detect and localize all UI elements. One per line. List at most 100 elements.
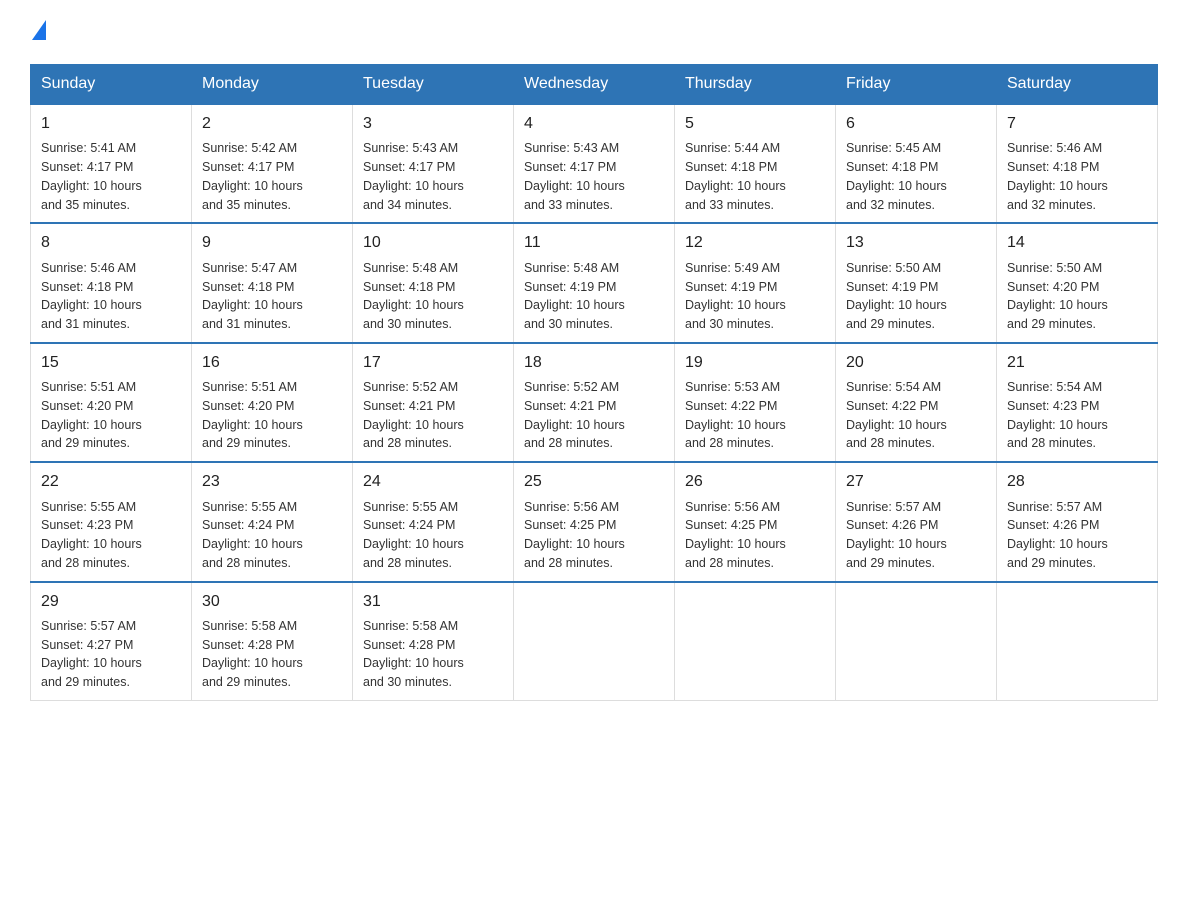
day-number: 25 (524, 471, 664, 493)
day-number: 19 (685, 352, 825, 374)
day-number: 24 (363, 471, 503, 493)
day-number: 13 (846, 232, 986, 254)
day-number: 7 (1007, 113, 1147, 135)
calendar-cell: 7 Sunrise: 5:46 AMSunset: 4:18 PMDaylight… (997, 104, 1158, 223)
day-number: 5 (685, 113, 825, 135)
day-info: Sunrise: 5:55 AMSunset: 4:24 PMDaylight:… (202, 498, 342, 573)
day-info: Sunrise: 5:56 AMSunset: 4:25 PMDaylight:… (685, 498, 825, 573)
calendar-week-row: 29 Sunrise: 5:57 AMSunset: 4:27 PMDayligh… (31, 582, 1158, 701)
day-info: Sunrise: 5:57 AMSunset: 4:26 PMDaylight:… (1007, 498, 1147, 573)
day-number: 4 (524, 113, 664, 135)
day-info: Sunrise: 5:45 AMSunset: 4:18 PMDaylight:… (846, 139, 986, 214)
day-info: Sunrise: 5:48 AMSunset: 4:19 PMDaylight:… (524, 259, 664, 334)
calendar-cell: 8Sunrise: 5:46 AMSunset: 4:18 PMDaylight… (31, 223, 192, 342)
calendar-cell: 31Sunrise: 5:58 AMSunset: 4:28 PMDayligh… (353, 582, 514, 701)
calendar-cell: 19 Sunrise: 5:53 AMSunset: 4:22 PMDayligh… (675, 343, 836, 462)
calendar-cell: 18 Sunrise: 5:52 AMSunset: 4:21 PMDayligh… (514, 343, 675, 462)
day-info: Sunrise: 5:51 AMSunset: 4:20 PMDaylight:… (202, 378, 342, 453)
day-info: Sunrise: 5:57 AMSunset: 4:27 PMDaylight:… (41, 617, 181, 692)
calendar-cell (675, 582, 836, 701)
calendar-week-row: 22 Sunrise: 5:55 AMSunset: 4:23 PMDayligh… (31, 462, 1158, 581)
day-number: 3 (363, 113, 503, 135)
day-number: 12 (685, 232, 825, 254)
day-number: 8 (41, 232, 181, 254)
calendar-week-row: 15 Sunrise: 5:51 AMSunset: 4:20 PMDayligh… (31, 343, 1158, 462)
day-number: 2 (202, 113, 342, 135)
day-info: Sunrise: 5:42 AMSunset: 4:17 PMDaylight:… (202, 139, 342, 214)
day-number: 23 (202, 471, 342, 493)
day-number: 11 (524, 232, 664, 254)
calendar-cell: 15 Sunrise: 5:51 AMSunset: 4:20 PMDayligh… (31, 343, 192, 462)
day-number: 10 (363, 232, 503, 254)
day-number: 20 (846, 352, 986, 374)
day-info: Sunrise: 5:55 AMSunset: 4:24 PMDaylight:… (363, 498, 503, 573)
calendar-header-saturday: Saturday (997, 65, 1158, 105)
day-info: Sunrise: 5:55 AMSunset: 4:23 PMDaylight:… (41, 498, 181, 573)
calendar-cell: 6 Sunrise: 5:45 AMSunset: 4:18 PMDaylight… (836, 104, 997, 223)
day-number: 29 (41, 591, 181, 613)
calendar-cell: 9Sunrise: 5:47 AMSunset: 4:18 PMDaylight… (192, 223, 353, 342)
day-info: Sunrise: 5:58 AMSunset: 4:28 PMDaylight:… (363, 617, 503, 692)
day-info: Sunrise: 5:54 AMSunset: 4:22 PMDaylight:… (846, 378, 986, 453)
calendar-cell: 24 Sunrise: 5:55 AMSunset: 4:24 PMDayligh… (353, 462, 514, 581)
calendar-week-row: 1 Sunrise: 5:41 AMSunset: 4:17 PMDaylight… (31, 104, 1158, 223)
calendar-cell: 25 Sunrise: 5:56 AMSunset: 4:25 PMDayligh… (514, 462, 675, 581)
day-number: 22 (41, 471, 181, 493)
calendar-header-sunday: Sunday (31, 65, 192, 105)
day-number: 27 (846, 471, 986, 493)
day-info: Sunrise: 5:54 AMSunset: 4:23 PMDaylight:… (1007, 378, 1147, 453)
logo (30, 20, 46, 44)
logo-triangle-icon (32, 20, 46, 40)
calendar-header-thursday: Thursday (675, 65, 836, 105)
calendar-header-tuesday: Tuesday (353, 65, 514, 105)
calendar-cell: 27Sunrise: 5:57 AMSunset: 4:26 PMDayligh… (836, 462, 997, 581)
day-info: Sunrise: 5:51 AMSunset: 4:20 PMDaylight:… (41, 378, 181, 453)
day-number: 1 (41, 113, 181, 135)
calendar-cell: 1 Sunrise: 5:41 AMSunset: 4:17 PMDaylight… (31, 104, 192, 223)
day-info: Sunrise: 5:44 AMSunset: 4:18 PMDaylight:… (685, 139, 825, 214)
calendar-cell: 21 Sunrise: 5:54 AMSunset: 4:23 PMDayligh… (997, 343, 1158, 462)
day-number: 18 (524, 352, 664, 374)
calendar-cell: 3 Sunrise: 5:43 AMSunset: 4:17 PMDaylight… (353, 104, 514, 223)
day-info: Sunrise: 5:52 AMSunset: 4:21 PMDaylight:… (363, 378, 503, 453)
calendar-cell: 29 Sunrise: 5:57 AMSunset: 4:27 PMDayligh… (31, 582, 192, 701)
day-info: Sunrise: 5:56 AMSunset: 4:25 PMDaylight:… (524, 498, 664, 573)
day-number: 15 (41, 352, 181, 374)
day-info: Sunrise: 5:53 AMSunset: 4:22 PMDaylight:… (685, 378, 825, 453)
day-info: Sunrise: 5:50 AMSunset: 4:19 PMDaylight:… (846, 259, 986, 334)
calendar-cell: 5 Sunrise: 5:44 AMSunset: 4:18 PMDaylight… (675, 104, 836, 223)
day-info: Sunrise: 5:46 AMSunset: 4:18 PMDaylight:… (1007, 139, 1147, 214)
calendar-cell: 20 Sunrise: 5:54 AMSunset: 4:22 PMDayligh… (836, 343, 997, 462)
day-info: Sunrise: 5:52 AMSunset: 4:21 PMDaylight:… (524, 378, 664, 453)
day-number: 16 (202, 352, 342, 374)
day-info: Sunrise: 5:58 AMSunset: 4:28 PMDaylight:… (202, 617, 342, 692)
calendar-cell: 30 Sunrise: 5:58 AMSunset: 4:28 PMDayligh… (192, 582, 353, 701)
calendar-cell: 11 Sunrise: 5:48 AMSunset: 4:19 PMDayligh… (514, 223, 675, 342)
day-info: Sunrise: 5:47 AMSunset: 4:18 PMDaylight:… (202, 259, 342, 334)
day-info: Sunrise: 5:43 AMSunset: 4:17 PMDaylight:… (363, 139, 503, 214)
day-number: 26 (685, 471, 825, 493)
day-info: Sunrise: 5:50 AMSunset: 4:20 PMDaylight:… (1007, 259, 1147, 334)
calendar-cell: 13 Sunrise: 5:50 AMSunset: 4:19 PMDayligh… (836, 223, 997, 342)
page-header (30, 20, 1158, 44)
day-info: Sunrise: 5:43 AMSunset: 4:17 PMDaylight:… (524, 139, 664, 214)
calendar-cell: 28Sunrise: 5:57 AMSunset: 4:26 PMDayligh… (997, 462, 1158, 581)
calendar-header-monday: Monday (192, 65, 353, 105)
day-number: 6 (846, 113, 986, 135)
calendar-header-friday: Friday (836, 65, 997, 105)
day-info: Sunrise: 5:41 AMSunset: 4:17 PMDaylight:… (41, 139, 181, 214)
calendar-cell: 4 Sunrise: 5:43 AMSunset: 4:17 PMDaylight… (514, 104, 675, 223)
calendar-cell (997, 582, 1158, 701)
calendar-table: SundayMondayTuesdayWednesdayThursdayFrid… (30, 64, 1158, 701)
calendar-header-wednesday: Wednesday (514, 65, 675, 105)
calendar-cell (836, 582, 997, 701)
day-info: Sunrise: 5:48 AMSunset: 4:18 PMDaylight:… (363, 259, 503, 334)
day-info: Sunrise: 5:49 AMSunset: 4:19 PMDaylight:… (685, 259, 825, 334)
calendar-header-row: SundayMondayTuesdayWednesdayThursdayFrid… (31, 65, 1158, 105)
day-number: 30 (202, 591, 342, 613)
calendar-cell (514, 582, 675, 701)
day-number: 21 (1007, 352, 1147, 374)
day-number: 14 (1007, 232, 1147, 254)
calendar-cell: 12 Sunrise: 5:49 AMSunset: 4:19 PMDayligh… (675, 223, 836, 342)
day-number: 17 (363, 352, 503, 374)
